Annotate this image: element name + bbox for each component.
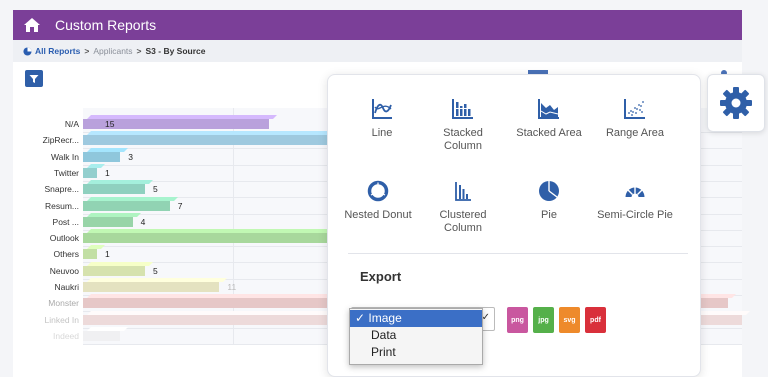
- category-label: Others: [53, 249, 79, 260]
- chart-type-semi-circle-pie[interactable]: Semi-Circle Pie: [595, 179, 675, 222]
- category-label: Walk In: [50, 151, 79, 162]
- data-label: 5: [153, 184, 158, 195]
- panel-divider: [348, 253, 688, 254]
- chart-type-label: Clustered Column: [439, 209, 487, 234]
- breadcrumb-current: S3 - By Source: [145, 46, 206, 56]
- breadcrumb-applicants[interactable]: Applicants: [93, 46, 132, 56]
- chart-type-label: Stacked Column: [443, 127, 483, 152]
- breadcrumb-separator: >: [136, 46, 142, 56]
- filter-button[interactable]: [25, 70, 43, 87]
- chart-type-label: Semi-Circle Pie: [597, 209, 673, 221]
- category-label: Post ...: [52, 216, 79, 227]
- chart-type-stacked-area[interactable]: Stacked Area: [509, 97, 589, 140]
- category-label: Neuvoo: [49, 265, 79, 276]
- bar-face: [83, 151, 121, 162]
- chart-type-pie[interactable]: Pie: [509, 179, 589, 222]
- bar-face: [83, 216, 133, 227]
- data-label: 5: [153, 265, 158, 276]
- data-label: 4: [140, 216, 146, 227]
- selected-check-icon: ✓: [355, 311, 366, 325]
- breadcrumb-separator: >: [84, 46, 90, 56]
- data-label: 3: [128, 151, 133, 162]
- category-label: Resum...: [44, 200, 79, 211]
- bar-face: [83, 200, 170, 211]
- export-pdf-button[interactable]: pdf: [585, 307, 606, 333]
- export-png-button[interactable]: png: [507, 307, 528, 333]
- chart-type-stacked-column[interactable]: Stacked Column: [423, 97, 503, 153]
- breadcrumb: All Reports > Applicants > S3 - By Sourc…: [13, 40, 742, 62]
- chart-type-label: Stacked Area: [516, 127, 582, 139]
- semi-circle-pie-icon: [625, 187, 645, 197]
- chart-type-label: Nested Donut: [344, 209, 412, 221]
- category-label: Naukri: [54, 282, 79, 292]
- chart-type-label: Line: [371, 127, 393, 139]
- chart-type-label: Pie: [541, 209, 557, 221]
- bar-face: [83, 330, 121, 341]
- export-jpg-button[interactable]: jpg: [533, 307, 554, 333]
- bar-face: [83, 282, 220, 292]
- filter-icon: [29, 74, 39, 83]
- chart-type-label: Range Area: [605, 127, 665, 139]
- chart-settings-panel: Line Stacked Column Stacked Area Range A…: [327, 74, 701, 377]
- data-label: 1: [105, 167, 110, 178]
- bar-face: [83, 249, 97, 260]
- export-option-print[interactable]: Print: [350, 344, 482, 361]
- reports-pie-icon: [23, 46, 32, 56]
- pie-chart-icon: [539, 181, 559, 201]
- line-chart-icon: [372, 99, 392, 119]
- bar-face: [83, 167, 97, 178]
- data-label: 7: [177, 200, 183, 211]
- title-bar: Custom Reports: [13, 10, 742, 40]
- export-option-image[interactable]: ✓ Image: [350, 310, 482, 327]
- stacked-area-icon: [538, 99, 559, 119]
- range-area-icon: [624, 99, 645, 119]
- nested-donut-icon: [367, 180, 389, 202]
- chart-type-nested-donut[interactable]: Nested Donut: [338, 179, 418, 222]
- breadcrumb-all-reports[interactable]: All Reports: [35, 46, 80, 56]
- data-label: 15: [105, 119, 115, 129]
- category-label: Outlook: [49, 233, 79, 244]
- data-label: 1: [105, 249, 110, 260]
- category-label: ZipRecr...: [42, 135, 79, 146]
- chart-type-range-area[interactable]: Range Area: [595, 97, 675, 140]
- clustered-column-icon: [455, 182, 471, 201]
- page-title: Custom Reports: [55, 17, 157, 33]
- stacked-column-icon: [452, 99, 473, 119]
- gear-icon: [720, 87, 752, 119]
- chart-type-line[interactable]: Line: [342, 97, 422, 140]
- category-label: Snapre...: [44, 184, 80, 195]
- category-label: Linked In: [44, 314, 80, 325]
- data-label: 11: [227, 282, 237, 292]
- chart-type-clustered-column[interactable]: Clustered Column: [423, 179, 503, 235]
- bar-face: [83, 265, 145, 276]
- home-icon[interactable]: [23, 17, 41, 33]
- export-heading: Export: [360, 269, 402, 284]
- category-label: N/A: [64, 119, 79, 129]
- export-type-dropdown: ✓ Image Data Print: [349, 308, 483, 365]
- category-label: Indeed: [53, 330, 79, 341]
- export-svg-button[interactable]: svg: [559, 307, 580, 333]
- category-label: Monster: [48, 298, 79, 309]
- bar-face: [83, 184, 145, 195]
- category-label: Twitter: [53, 167, 79, 178]
- option-label: Image: [368, 311, 402, 325]
- chart-settings-button[interactable]: [707, 74, 765, 132]
- export-option-data[interactable]: Data: [350, 327, 482, 344]
